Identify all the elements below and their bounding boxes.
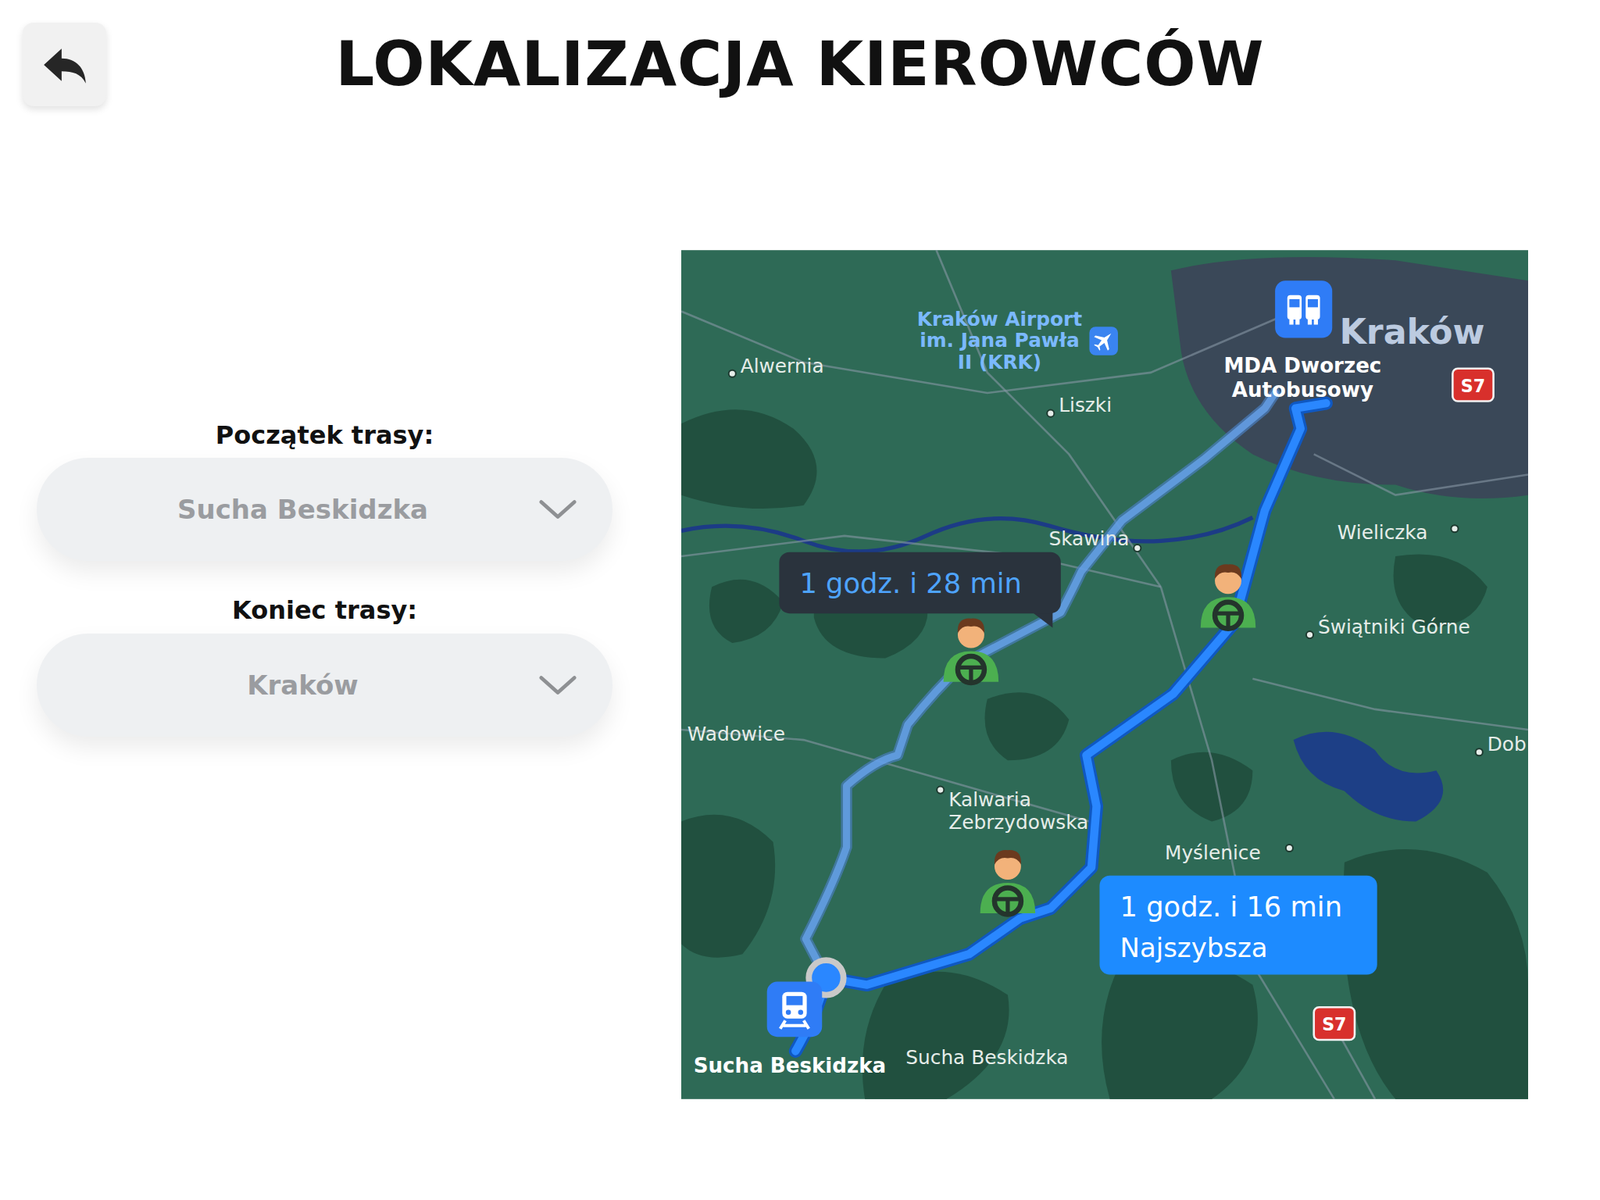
road-number: S7 (1460, 375, 1486, 397)
forest-area (681, 814, 775, 958)
route-dropdown[interactable]: Kraków (36, 633, 613, 737)
chevron-down-icon (537, 496, 579, 522)
route-field: Początek trasy: Sucha Beskidzka (36, 420, 613, 561)
road-number: S7 (1321, 1014, 1347, 1035)
map-ground (681, 250, 1529, 1100)
driver-location-screen: LOKALIZACJA KIEROWCÓW Początek trasy: Such… (0, 0, 1600, 1200)
place-label: Liszki (1046, 393, 1112, 418)
place-dot-icon (1285, 844, 1293, 852)
driver-icon[interactable] (943, 618, 1000, 683)
place-name: Kraków (1339, 311, 1485, 352)
field-label: Koniec trasy: (36, 595, 613, 625)
field-label: Początek trasy: (36, 420, 613, 450)
place-name: Liszki (1058, 393, 1112, 417)
place-dot-icon (936, 786, 944, 794)
place-name: Wieliczka (1337, 521, 1429, 544)
route-form: Początek trasy: Sucha Beskidzka Koniec tra… (36, 250, 613, 737)
place-label: Alwernia (728, 354, 825, 378)
lake (1293, 732, 1444, 822)
place-dot-icon (728, 370, 736, 378)
header: LOKALIZACJA KIEROWCÓW (0, 0, 1600, 107)
place-name: Myślenice (1164, 841, 1261, 865)
route[interactable] (795, 403, 1326, 1051)
chevron-down-icon (537, 672, 579, 698)
route-note: Najszybsza (1120, 932, 1268, 964)
place-label: MDA DworzecAutobusowy (1223, 353, 1382, 402)
back-arrow-icon (40, 40, 90, 90)
page-title: LOKALIZACJA KIEROWCÓW (128, 28, 1472, 102)
route-field: Koniec trasy: Kraków (36, 595, 613, 736)
forest-area (1101, 957, 1258, 1100)
place-label: Dob (1475, 732, 1527, 756)
road-badge: S7 (1314, 1007, 1355, 1040)
road (1252, 678, 1529, 730)
bus-station-icon[interactable] (1275, 280, 1333, 338)
place-label: Kraków (1339, 311, 1485, 352)
place-name: Alwernia (740, 354, 825, 378)
place-name: Sucha Beskidzka (693, 1053, 887, 1078)
place-name: Kraków Airportim. Jana PawłaII (KRK) (917, 307, 1083, 374)
place-label: Sucha Beskidzka (905, 1046, 1068, 1069)
place-name: Skawina (1048, 527, 1129, 550)
map-canvas[interactable]: Alwernia Kraków Airportim. Jana PawłaII (… (681, 250, 1529, 1100)
driver-icon[interactable] (1200, 564, 1257, 629)
road (936, 250, 1161, 587)
airport-icon (1089, 326, 1118, 356)
route-duration-label[interactable]: 1 godz. i 28 min (778, 552, 1061, 629)
road (1314, 453, 1529, 495)
back-button[interactable] (22, 22, 107, 107)
place-label: Wadowice (687, 722, 786, 746)
place-dot-icon (1133, 544, 1141, 552)
route-duration: 1 godz. i 28 min (799, 567, 1022, 600)
place-label: Kraków Airportim. Jana PawłaII (KRK) (917, 307, 1083, 374)
place-dot-icon (1046, 410, 1054, 418)
place-dot-icon (1475, 748, 1483, 756)
place-name: Świątniki Górne (1317, 614, 1471, 639)
forest-area (862, 971, 1010, 1100)
route-duration: 1 godz. i 16 min (1120, 890, 1343, 923)
place-dot-icon (1450, 525, 1458, 533)
city-area (1171, 257, 1529, 499)
driver-icon[interactable] (980, 850, 1036, 915)
place-label: KalwariaZebrzydowska (936, 786, 1089, 834)
route-map[interactable]: Alwernia Kraków Airportim. Jana PawłaII (… (681, 250, 1529, 1100)
place-label: Sucha Beskidzka (693, 1053, 887, 1078)
forest-area (709, 579, 784, 643)
content: Początek trasy: Sucha Beskidzka Koniec tra… (0, 250, 1600, 1100)
place-label: Świątniki Górne (1306, 614, 1471, 639)
route-duration-label[interactable]: 1 godz. i 16 min Najszybsza (1099, 875, 1377, 975)
place-label: Wieliczka (1337, 521, 1459, 544)
forest-area (985, 692, 1070, 761)
place-name: Dob (1487, 732, 1527, 756)
place-name: MDA DworzecAutobusowy (1223, 353, 1382, 402)
place-label: Skawina (1048, 527, 1141, 552)
place-dot-icon (1306, 631, 1314, 639)
train-station-icon[interactable] (767, 982, 823, 1038)
dropdown-value: Kraków (83, 669, 522, 701)
dropdown-value: Sucha Beskidzka (83, 493, 522, 525)
place-name: Sucha Beskidzka (905, 1046, 1068, 1069)
place-name: Wadowice (687, 722, 786, 746)
road-badge: S7 (1452, 368, 1493, 402)
forest-area (681, 409, 818, 509)
route-dropdown[interactable]: Sucha Beskidzka (36, 457, 613, 561)
road (1160, 586, 1335, 1100)
place-name: KalwariaZebrzydowska (948, 788, 1089, 834)
place-label: Myślenice (1164, 841, 1293, 865)
